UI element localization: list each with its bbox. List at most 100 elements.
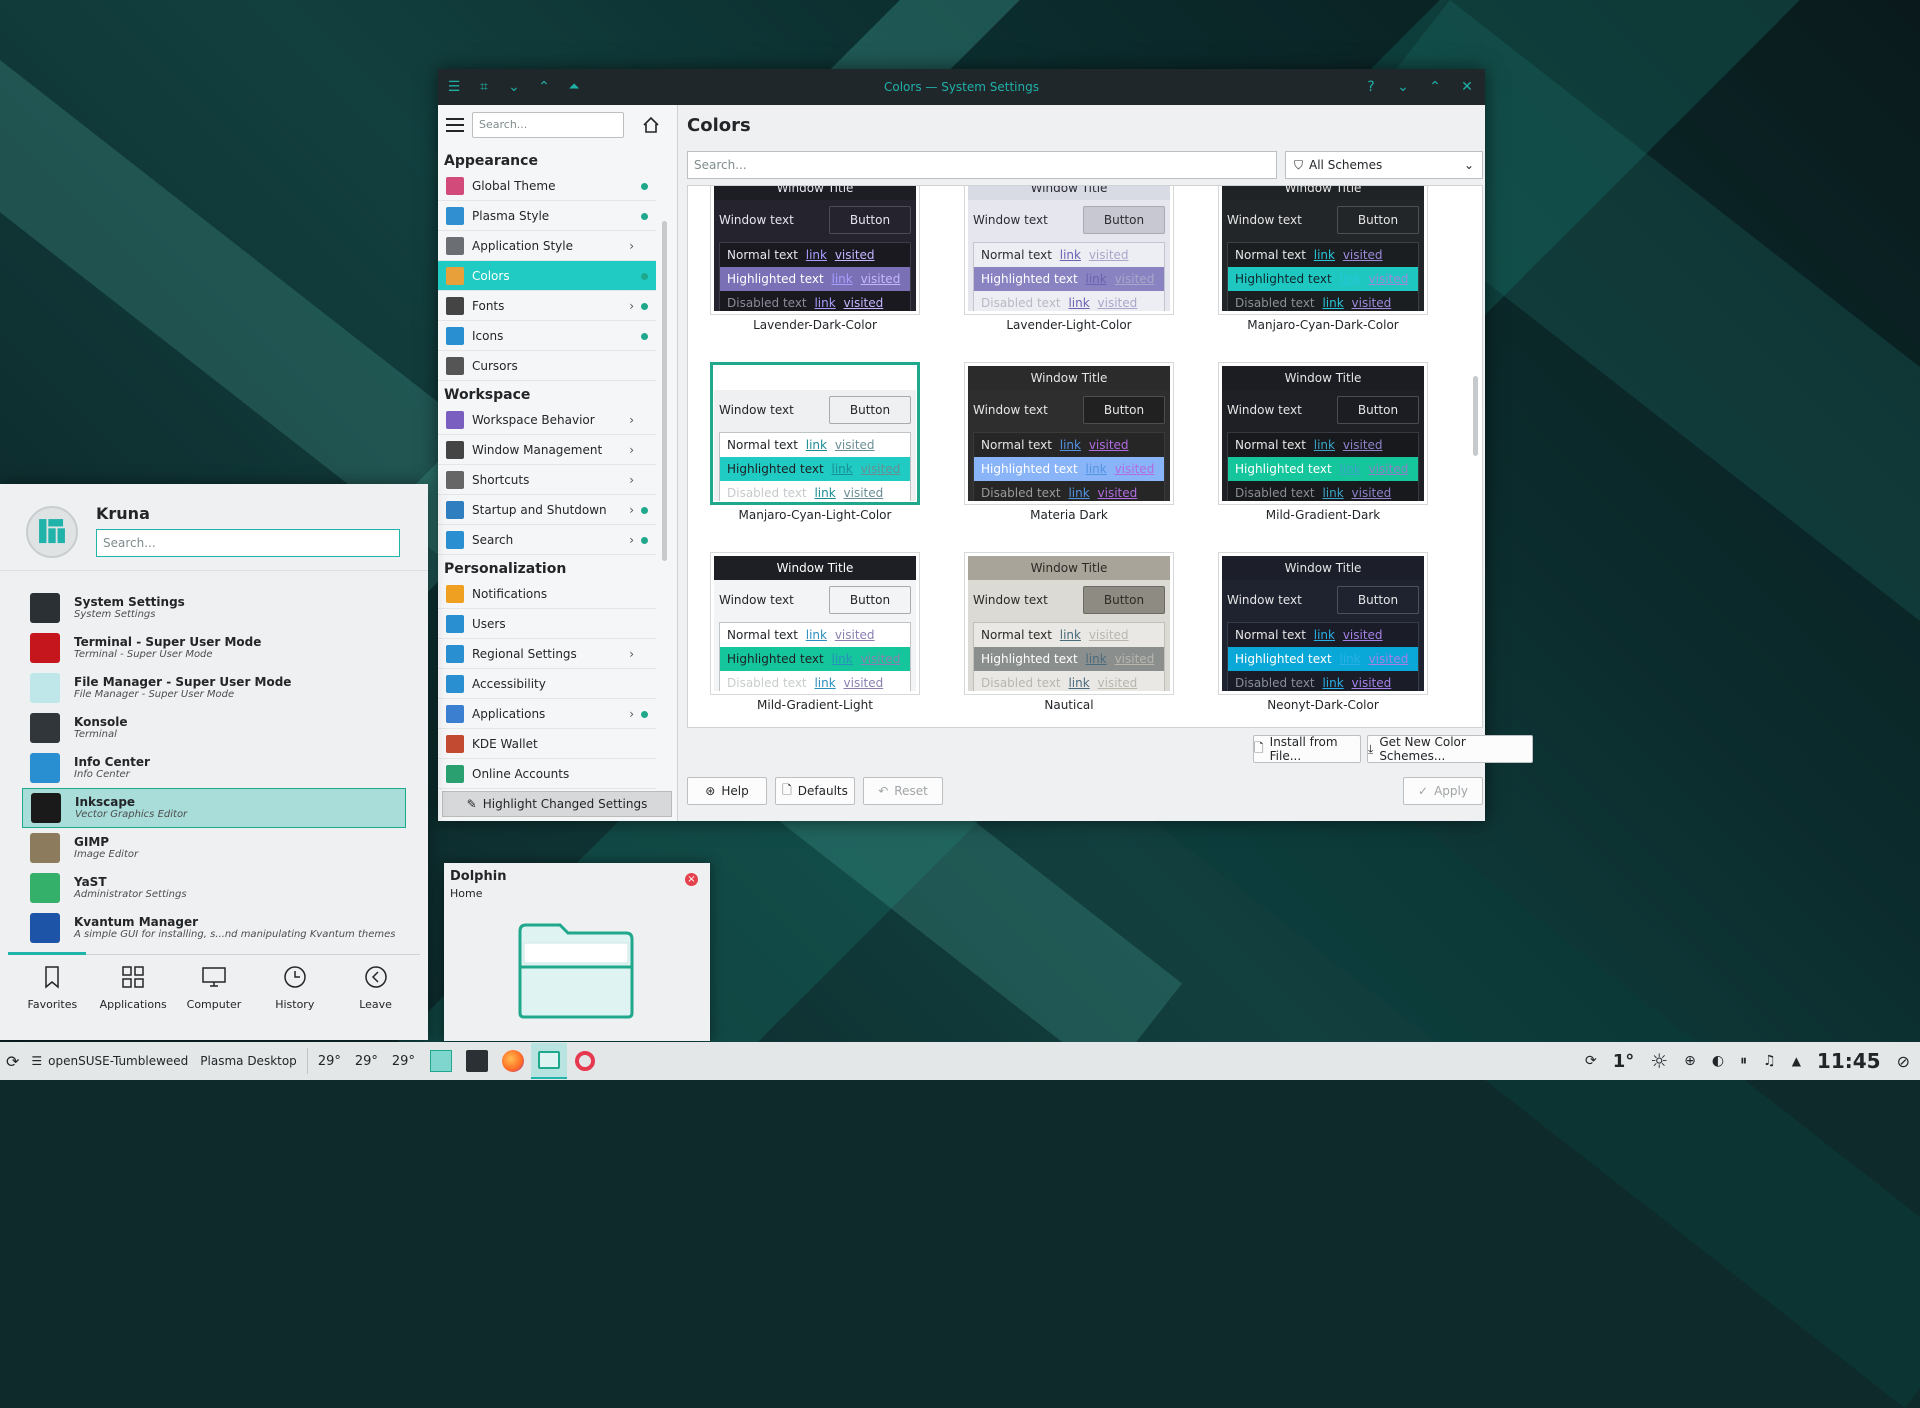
sidebar-item[interactable]: Shortcuts ›	[438, 465, 656, 495]
sidebar-item[interactable]: Workspace Behavior ›	[438, 405, 656, 435]
activity-switcher[interactable]: ☰ openSUSE-Tumbleweed	[25, 1042, 194, 1080]
kdeconnect-icon[interactable]: ⟳	[1585, 1053, 1597, 1069]
maximize-icon[interactable]: ⌃	[1427, 79, 1443, 95]
sidebar-item[interactable]: Regional Settings ›	[438, 639, 656, 669]
minimize-icon[interactable]: ⌄	[1395, 79, 1411, 95]
sidebar-item[interactable]: Notifications	[438, 579, 656, 609]
sidebar-item[interactable]: Application Style ›	[438, 231, 656, 261]
weather-temp: 29°	[317, 1053, 341, 1069]
notifications-icon[interactable]: ♫	[1763, 1053, 1776, 1069]
sidebar-item[interactable]: Window Management ›	[438, 435, 656, 465]
sidebar-item[interactable]: Global Theme	[438, 171, 656, 201]
scheme-search-input[interactable]: Search...	[687, 151, 1277, 179]
expand-tray-icon[interactable]: ▲	[1792, 1054, 1801, 1068]
window-menu-icon[interactable]: ☰	[446, 79, 462, 95]
sidebar-item[interactable]: Colors	[438, 261, 656, 291]
volume-icon[interactable]: ◐	[1712, 1053, 1724, 1069]
preview-window-text: Window text	[719, 593, 794, 607]
shade-down-icon[interactable]: ⌄	[506, 79, 522, 95]
preview-link: link	[831, 272, 853, 286]
sidebar-item[interactable]: Cursors	[438, 351, 656, 381]
highlight-changed-button[interactable]: ✎ Highlight Changed Settings	[442, 791, 672, 817]
task-system-settings[interactable]	[459, 1043, 495, 1079]
sidebar-item[interactable]: Accessibility	[438, 669, 656, 699]
sidebar-item[interactable]: Users	[438, 609, 656, 639]
close-icon[interactable]: ✕	[1459, 79, 1475, 95]
launcher-favorite-item[interactable]: Terminal - Super User Mode Terminal - Su…	[22, 628, 406, 668]
close-icon[interactable]: ×	[685, 873, 698, 886]
sidebar-search-input[interactable]: Search...	[472, 112, 624, 138]
tab-history[interactable]: History	[255, 964, 335, 1034]
launcher-favorite-item[interactable]: YaST Administrator Settings	[22, 868, 406, 908]
get-new-schemes-button[interactable]: ⤓ Get New Color Schemes...	[1367, 735, 1533, 763]
preview-window-text: Window text	[973, 593, 1048, 607]
scheme-preview: Window Title Window text Button Normal t…	[968, 186, 1170, 311]
media-icon[interactable]: ⏸	[1740, 1053, 1747, 1069]
task-firefox[interactable]	[495, 1043, 531, 1079]
weather-tray-temp[interactable]: 1°	[1613, 1051, 1635, 1072]
task-show-desktop[interactable]	[423, 1043, 459, 1079]
activity-label: openSUSE-Tumbleweed	[48, 1054, 189, 1068]
launcher-favorite-item[interactable]: Info Center Info Center	[22, 748, 406, 788]
undo-icon: ↶	[878, 784, 889, 798]
clock[interactable]: 11:45	[1817, 1049, 1881, 1073]
sun-icon[interactable]: ☼	[1650, 1049, 1668, 1073]
sidebar-item[interactable]: KDE Wallet	[438, 729, 656, 759]
home-icon[interactable]	[642, 116, 660, 134]
launcher-favorite-item[interactable]: Konsole Terminal	[22, 708, 406, 748]
desktop-label-item[interactable]: Plasma Desktop	[194, 1042, 303, 1080]
preview-highlight-line: Highlighted text link visited	[720, 267, 910, 291]
sidebar-scrollbar[interactable]	[662, 221, 667, 561]
pin-icon[interactable]: ⌗	[476, 79, 492, 95]
preview-window-row: Window text Button	[714, 390, 916, 430]
tab-leave[interactable]: Leave	[336, 964, 416, 1034]
preview-button: Button	[829, 206, 911, 234]
launcher-favorite-item[interactable]: GIMP Image Editor	[22, 828, 406, 868]
preview-visited: visited	[1342, 248, 1383, 262]
app-name: Terminal - Super User Mode	[74, 635, 262, 649]
launcher-favorite-item[interactable]: Kvantum Manager A simple GUI for install…	[22, 908, 406, 948]
preview-view-box: Normal text link visited Highlighted tex…	[1227, 432, 1419, 501]
install-from-file-button[interactable]: 🗋 Install from File...	[1253, 735, 1361, 763]
sidebar-item[interactable]: Online Accounts	[438, 759, 656, 789]
grid-scrollbar[interactable]	[1473, 376, 1478, 456]
launcher-favorite-item[interactable]: System Settings System Settings	[22, 588, 406, 628]
launcher-favorite-item[interactable]: File Manager - Super User Mode File Mana…	[22, 668, 406, 708]
lock-screen-icon[interactable]: ⊘	[1897, 1052, 1910, 1071]
task-dolphin[interactable]	[530, 1043, 567, 1079]
keep-top-icon[interactable]: ⏶	[566, 79, 582, 95]
scheme-filter-dropdown[interactable]: ⛉ All Schemes ⌄	[1285, 151, 1483, 179]
file-icon: 🗋	[1254, 740, 1264, 755]
reset-button[interactable]: ↶ Reset	[863, 777, 943, 805]
keep-above-icon[interactable]: ⌃	[536, 79, 552, 95]
tab-computer[interactable]: Computer	[174, 964, 254, 1034]
apply-button[interactable]: ✓ Apply	[1403, 777, 1483, 805]
help-icon[interactable]: ?	[1363, 79, 1379, 95]
application-launcher-button[interactable]: ⟳	[0, 1042, 25, 1080]
sidebar-category-heading: Personalization	[444, 561, 567, 577]
launcher-search-input[interactable]: Search...	[96, 529, 400, 557]
defaults-button[interactable]: 🗋 Defaults	[775, 777, 855, 805]
preview-visited: visited	[860, 462, 901, 476]
help-button[interactable]: ⊛ Help	[687, 777, 767, 805]
preview-window-title: Window Title	[1222, 556, 1424, 580]
sidebar-item[interactable]: Icons	[438, 321, 656, 351]
weather-widget[interactable]: 29° 29° 29°	[312, 1042, 421, 1080]
sidebar-item[interactable]: Fonts ›	[438, 291, 656, 321]
sidebar-item[interactable]: Applications ›	[438, 699, 656, 729]
hamburger-menu-icon[interactable]	[446, 118, 464, 132]
task-opera[interactable]	[567, 1043, 603, 1079]
launcher-favorite-item[interactable]: Inkscape Vector Graphics Editor	[22, 788, 406, 828]
opensuse-logo-icon	[39, 519, 65, 544]
sidebar-item[interactable]: Search ›	[438, 525, 656, 555]
sidebar-item[interactable]: Plasma Style	[438, 201, 656, 231]
sidebar-item-label: KDE Wallet	[472, 736, 538, 751]
sidebar-item[interactable]: Startup and Shutdown ›	[438, 495, 656, 525]
help-icon: ⊛	[705, 784, 716, 798]
sidebar-item-icon	[446, 266, 464, 285]
avatar[interactable]	[26, 506, 78, 558]
tab-applications[interactable]: Applications	[93, 964, 173, 1034]
tab-favorites[interactable]: Favorites	[12, 964, 92, 1034]
updates-icon[interactable]: ⊕	[1684, 1053, 1696, 1069]
title-bar[interactable]: ☰ ⌗ ⌄ ⌃ ⏶ Colors — System Settings ? ⌄ ⌃…	[438, 69, 1485, 105]
